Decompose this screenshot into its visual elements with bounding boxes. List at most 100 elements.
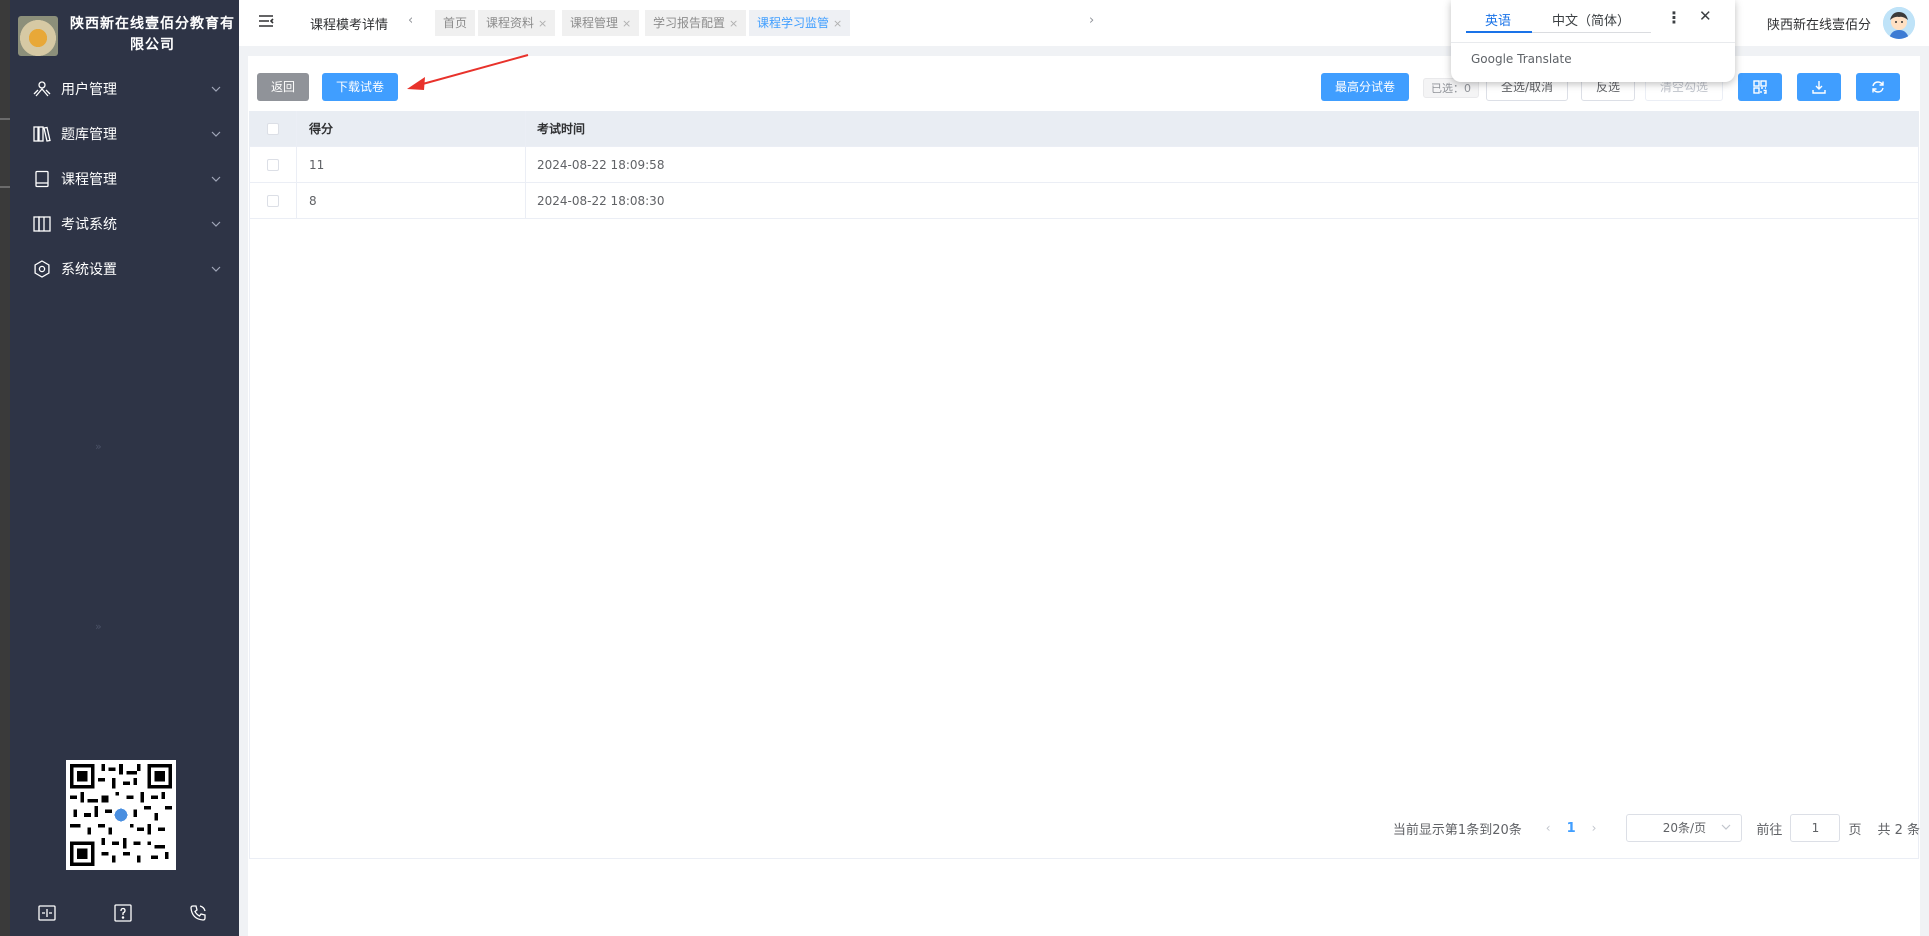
- qr-code: [66, 760, 176, 870]
- download-paper-button[interactable]: 下载试卷: [322, 73, 399, 101]
- row-checkbox[interactable]: [266, 194, 279, 207]
- back-button[interactable]: 返回: [257, 73, 310, 101]
- select-all-checkbox[interactable]: [266, 122, 279, 135]
- user-name[interactable]: 陕西新在线壹佰分: [1767, 14, 1871, 33]
- avatar[interactable]: [1883, 7, 1915, 39]
- column-label: 得分: [309, 122, 334, 136]
- sidebar-item-courses[interactable]: 课程管理: [10, 156, 239, 201]
- column-label: 考试时间: [537, 122, 586, 136]
- screen-width-icon[interactable]: [37, 903, 57, 923]
- sidebar-item-settings[interactable]: 系统设置: [10, 246, 239, 291]
- tab-course-materials[interactable]: 课程资料 ×: [478, 10, 556, 36]
- column-header-time: 考试时间: [526, 111, 1919, 146]
- chevron-down-icon: [211, 262, 221, 278]
- translate-popup: 英语 中文（简体） ⋮ ✕ Google Translate: [1451, 0, 1735, 82]
- refresh-icon: [1872, 81, 1884, 93]
- page-number[interactable]: 1: [1567, 821, 1576, 836]
- close-icon[interactable]: ×: [622, 17, 631, 30]
- edge-mark: [0, 186, 10, 188]
- tab-home[interactable]: 首页: [435, 10, 476, 36]
- more-options-icon[interactable]: ⋮: [1666, 8, 1682, 27]
- tabs-scroll-left-icon[interactable]: ‹: [408, 13, 413, 28]
- grid-icon: [1753, 80, 1767, 94]
- sidebar-menu: 用户管理 题库管理 课程管理 考试系统 系统设置: [10, 66, 239, 291]
- column-header-score: 得分: [297, 111, 526, 146]
- score-value: 11: [309, 157, 325, 172]
- header-checkbox-cell: [249, 111, 297, 146]
- download-icon: [1812, 81, 1826, 94]
- row-checkbox[interactable]: [266, 158, 279, 171]
- close-icon[interactable]: ×: [833, 17, 842, 30]
- tab-label: 课程资料: [486, 16, 535, 30]
- exam-records-table: 得分 考试时间 11 2024-08-22 18:09:58 8 2024-08…: [249, 111, 1919, 219]
- qr-code-image: [70, 764, 172, 866]
- close-icon[interactable]: ×: [538, 17, 547, 30]
- page-unit-label: 页: [1848, 822, 1862, 838]
- users-icon: [32, 79, 52, 99]
- phone-icon[interactable]: [188, 903, 208, 923]
- sidebar-item-label: 用户管理: [61, 81, 117, 98]
- score-value: 8: [309, 193, 317, 208]
- range-text: 当前显示第1条到20条: [1392, 822, 1522, 838]
- help-icon[interactable]: [113, 903, 133, 923]
- pagination: 当前显示第1条到20条 ‹ 1 › 20条/页 前往 1 页 共 2 条: [1393, 814, 1920, 842]
- book-icon: [32, 169, 52, 189]
- sidebar: 陕西新在线壹佰分教育有限公司 用户管理 题库管理 课程管理 考试系统 系统设置 …: [10, 0, 239, 936]
- tab-label: 课程管理: [570, 16, 619, 30]
- exam-time-value: 2024-08-22 18:09:58: [537, 157, 665, 172]
- time-cell: 2024-08-22 18:09:58: [526, 147, 1919, 182]
- next-page-icon[interactable]: ›: [1592, 821, 1597, 835]
- time-cell: 2024-08-22 18:08:30: [526, 183, 1919, 218]
- sidebar-item-exams[interactable]: 考试系统: [10, 201, 239, 246]
- annotation-arrow: [407, 54, 529, 90]
- chevron-down-icon: [211, 217, 221, 233]
- main-panel: 返回 下载试卷 最高分试卷 已选：0 全选/取消 反选 清空勾选 得分 考试时间…: [248, 56, 1920, 936]
- brand-logo: [18, 16, 58, 56]
- sidebar-item-label: 题库管理: [61, 126, 117, 143]
- goto-label: 前往: [1756, 822, 1783, 838]
- chevron-down-icon: [211, 172, 221, 188]
- refresh-button[interactable]: [1856, 73, 1900, 101]
- gear-icon: [32, 259, 52, 279]
- page-size-value: 20条/页: [1662, 821, 1707, 835]
- table-header: 得分 考试时间: [249, 111, 1919, 147]
- translate-lang-target[interactable]: 中文（简体）: [1552, 10, 1630, 29]
- sidebar-item-label: 考试系统: [61, 216, 117, 233]
- tab-label: 课程学习监管: [757, 16, 830, 30]
- tabs-scroll-right-icon[interactable]: ›: [1089, 13, 1094, 28]
- download-button[interactable]: [1797, 73, 1841, 101]
- qr-grid-button[interactable]: [1738, 73, 1782, 101]
- total-count: 共 2 条: [1877, 822, 1920, 838]
- score-cell: 8: [297, 183, 526, 218]
- translate-lang-source[interactable]: 英语: [1485, 10, 1511, 29]
- row-checkbox-cell: [249, 147, 297, 182]
- top-score-paper-button[interactable]: 最高分试卷: [1321, 73, 1410, 101]
- active-tab-indicator: [1466, 31, 1532, 33]
- brand: 陕西新在线壹佰分教育有限公司: [10, 0, 239, 60]
- table-body-frame: [249, 147, 1919, 859]
- page-title: 课程模考详情: [310, 18, 389, 33]
- library-icon: [32, 124, 52, 144]
- score-cell: 11: [297, 147, 526, 182]
- chevron-down-icon: [211, 82, 221, 98]
- sidebar-item-users[interactable]: 用户管理: [10, 66, 239, 111]
- menu-toggle-icon[interactable]: [258, 14, 274, 32]
- page-size-select[interactable]: 20条/页: [1626, 814, 1743, 842]
- goto-page-input[interactable]: 1: [1790, 814, 1841, 842]
- window-edge: [0, 0, 10, 936]
- prev-page-icon[interactable]: ‹: [1546, 821, 1551, 835]
- edge-mark: [0, 118, 10, 120]
- tab-report-config[interactable]: 学习报告配置 ×: [645, 10, 747, 36]
- tab-course-management[interactable]: 课程管理 ×: [562, 10, 640, 36]
- table-row[interactable]: 11 2024-08-22 18:09:58: [249, 147, 1919, 183]
- chevron-down-icon: [211, 127, 221, 143]
- tab-course-supervision[interactable]: 课程学习监管 ×: [749, 10, 851, 36]
- divider: [1451, 42, 1735, 43]
- table-row[interactable]: 8 2024-08-22 18:08:30: [249, 183, 1919, 219]
- tab-label: 首页: [443, 16, 468, 30]
- sidebar-footer: [10, 898, 239, 928]
- row-checkbox-cell: [249, 183, 297, 218]
- close-icon[interactable]: ×: [729, 17, 738, 30]
- close-icon[interactable]: ✕: [1699, 7, 1712, 25]
- sidebar-item-question-bank[interactable]: 题库管理: [10, 111, 239, 156]
